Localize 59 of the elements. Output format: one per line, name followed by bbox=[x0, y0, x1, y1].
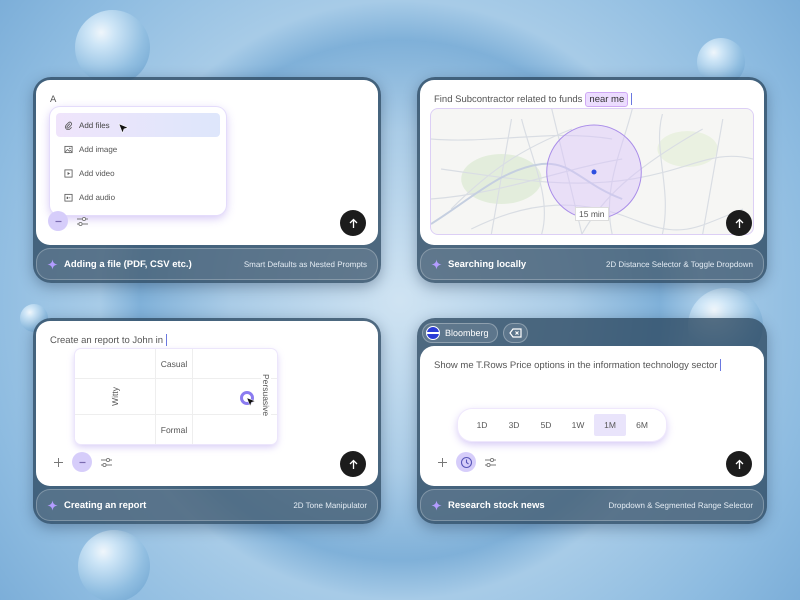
mouse-pointer-icon bbox=[246, 397, 256, 407]
axis-label: Formal bbox=[160, 424, 188, 434]
menu-item[interactable]: Add image bbox=[56, 137, 220, 161]
range-option[interactable]: 1D bbox=[466, 414, 498, 436]
plus-icon bbox=[436, 456, 448, 468]
feature-subtitle: 2D Distance Selector & Toggle Dropdown bbox=[606, 260, 753, 268]
text-cursor bbox=[631, 93, 632, 105]
sparkle-icon bbox=[47, 258, 58, 270]
distance-label[interactable]: 15 min bbox=[575, 207, 609, 221]
axis-label: Persuasive bbox=[261, 374, 271, 416]
arrow-up-icon bbox=[348, 218, 358, 228]
menu-item[interactable]: Add video bbox=[56, 161, 220, 185]
sparkle-icon bbox=[431, 258, 442, 270]
sliders-icon bbox=[100, 456, 112, 468]
menu-item[interactable]: Add audio bbox=[56, 185, 220, 209]
range-option[interactable]: 3D bbox=[498, 414, 530, 436]
axis-label: Witty bbox=[110, 387, 120, 406]
sparkle-icon bbox=[47, 500, 58, 510]
range-option[interactable]: 1W bbox=[562, 414, 594, 436]
paperclip-icon bbox=[64, 120, 73, 130]
location-chip[interactable]: near me bbox=[585, 92, 628, 106]
sliders-icon bbox=[484, 456, 496, 468]
axis-label: Casual bbox=[160, 358, 188, 368]
arrow-up-icon bbox=[734, 218, 744, 228]
feature-title: Adding a file (PDF, CSV etc.) bbox=[64, 258, 192, 270]
send-button[interactable] bbox=[340, 451, 366, 477]
mouse-pointer-icon bbox=[118, 123, 129, 134]
feature-title: Research stock news bbox=[448, 500, 545, 510]
range-option[interactable]: 1M bbox=[594, 414, 626, 436]
backspace-button[interactable] bbox=[502, 323, 528, 343]
prompt-text[interactable]: A bbox=[50, 94, 56, 104]
source-chip[interactable]: Bloomberg bbox=[422, 323, 498, 343]
range-option[interactable]: 6M bbox=[626, 414, 658, 436]
feature-subtitle: Dropdown & Segmented Range Selector bbox=[608, 500, 753, 510]
globe-logo-icon bbox=[426, 326, 440, 340]
feature-subtitle: Smart Defaults as Nested Prompts bbox=[244, 260, 367, 268]
text-cursor bbox=[166, 334, 168, 346]
feature-subtitle: 2D Tone Manipulator bbox=[293, 500, 367, 510]
play-icon bbox=[64, 168, 73, 178]
tone-grid[interactable]: Casual Witty Persuasive Formal bbox=[75, 349, 277, 444]
feature-title: Creating an report bbox=[64, 500, 146, 510]
clock-icon bbox=[460, 456, 472, 468]
feature-title: Searching locally bbox=[448, 258, 526, 270]
prompt-text[interactable]: Show me T.Rows Price options in the information technology sector bbox=[434, 360, 718, 370]
range-option[interactable]: 5D bbox=[530, 414, 562, 436]
plus-icon bbox=[52, 456, 64, 468]
audio-file-icon bbox=[64, 192, 73, 202]
clock-button[interactable] bbox=[456, 452, 476, 472]
arrow-up-icon bbox=[348, 458, 358, 470]
prompt-text[interactable]: Create an report to John in bbox=[50, 334, 164, 346]
text-cursor bbox=[720, 359, 722, 371]
send-button[interactable] bbox=[726, 451, 752, 477]
send-button[interactable] bbox=[340, 210, 366, 236]
image-icon bbox=[64, 144, 73, 154]
sparkle-icon bbox=[431, 500, 442, 510]
backspace-icon bbox=[508, 328, 522, 338]
menu-item[interactable]: Add files bbox=[56, 113, 220, 137]
arrow-up-icon bbox=[734, 458, 744, 470]
prompt-text[interactable]: Find Subcontractor related to funds bbox=[434, 94, 582, 104]
